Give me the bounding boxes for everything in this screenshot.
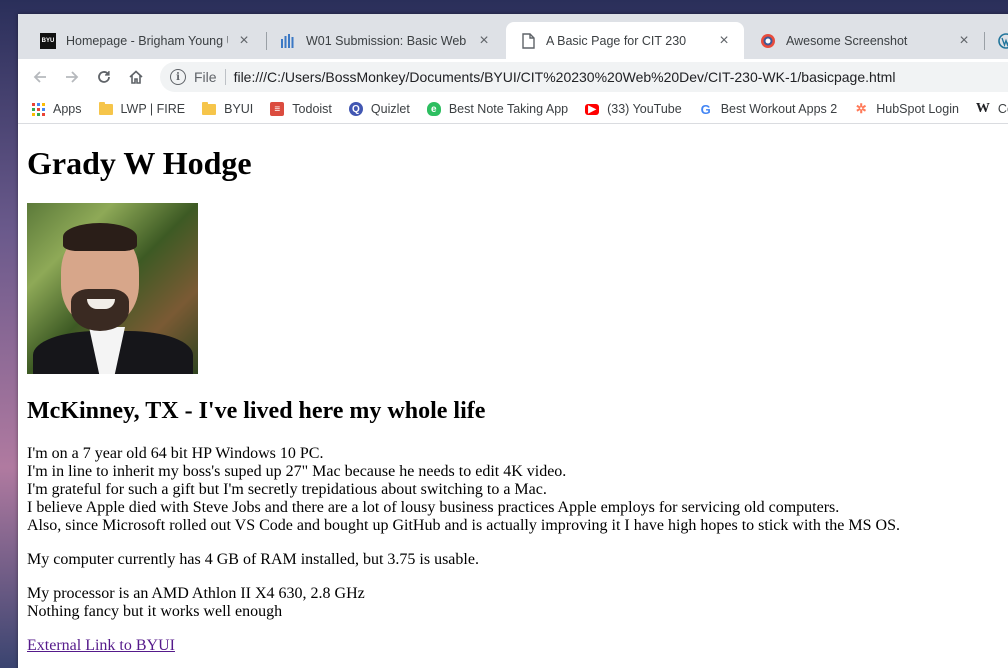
reload-icon (98, 71, 110, 83)
browser-toolbar: i File file:///C:/Users/BossMonkey/Docum… (18, 59, 1008, 95)
byui-external-link[interactable]: External Link to BYUI (27, 637, 175, 654)
bookmark-label: Best Workout Apps 2 (720, 102, 838, 116)
bookmark-label: HubSpot Login (876, 102, 959, 116)
bookmark-todoist[interactable]: ≡ Todoist (270, 102, 332, 116)
profile-photo (27, 203, 198, 374)
wordpress-icon (998, 32, 1008, 49)
omnibox-divider (224, 69, 226, 85)
bookmark-apps[interactable]: Apps (32, 102, 82, 116)
bookmark-hubspot[interactable]: ✲ HubSpot Login (854, 101, 959, 116)
todoist-icon: ≡ (270, 102, 285, 116)
bookmark-label: BYUI (224, 102, 254, 116)
paragraph-line: I'm grateful for such a gift but I'm sec… (27, 481, 547, 498)
paragraph-line: I'm on a 7 year old 64 bit HP Windows 10… (27, 445, 324, 462)
awesome-screenshot-icon (760, 33, 776, 49)
apps-grid-icon (32, 102, 45, 116)
page-content: Grady W Hodge McKinney, TX - I've lived … (18, 124, 1008, 668)
page-heading: Grady W Hodge (27, 145, 252, 181)
back-button[interactable] (24, 63, 56, 91)
bookmark-label: Core (997, 102, 1008, 116)
home-icon (129, 70, 143, 84)
browser-window: BYU Homepage - Brigham Young Uni × W01 S… (18, 14, 1008, 668)
processor-paragraph: My processor is an AMD Athlon II X4 630,… (27, 585, 1008, 621)
bookmarks-bar: Apps LWP | FIRE BYUI ≡ Todoist Q Quizlet… (18, 95, 1008, 124)
tab-w01-submission[interactable]: W01 Submission: Basic Web Page × (266, 22, 504, 59)
folder-icon (202, 101, 217, 115)
close-icon[interactable]: × (716, 32, 732, 50)
reload-button[interactable] (88, 63, 120, 91)
tab-title: A Basic Page for CIT 230 (546, 33, 687, 48)
document-icon (520, 32, 536, 49)
info-icon[interactable]: i (170, 69, 186, 85)
arrow-left-icon (33, 71, 46, 83)
tab-awesome-screenshot[interactable]: Awesome Screenshot × (746, 22, 984, 59)
link-paragraph: External Link to BYUI (27, 637, 1008, 655)
tab-title: W01 Submission: Basic Web Page (306, 33, 468, 48)
folder-icon (98, 101, 113, 115)
arrow-right-icon (66, 71, 79, 83)
paragraph-line: My processor is an AMD Athlon II X4 630,… (27, 585, 365, 602)
url-text[interactable]: file:///C:/Users/BossMonkey/Documents/BY… (234, 69, 896, 85)
paragraph-line: Also, since Microsoft rolled out VS Code… (27, 517, 900, 534)
scheme-label: File (194, 69, 217, 85)
tab-title: Homepage - Brigham Young Uni (66, 33, 228, 48)
address-bar[interactable]: i File file:///C:/Users/BossMonkey/Docum… (160, 62, 1008, 92)
photo-beard (71, 289, 129, 331)
paragraph-line: Nothing fancy but it works well enough (27, 603, 283, 620)
hubspot-icon: ✲ (855, 101, 867, 116)
byu-icon: BYU (40, 32, 56, 49)
tab-title: Awesome Screenshot (786, 33, 908, 48)
tab-strip: BYU Homepage - Brigham Young Uni × W01 S… (18, 14, 1008, 59)
canvas-bars-icon (280, 33, 296, 49)
close-icon[interactable]: × (956, 32, 972, 50)
computer-paragraph: I'm on a 7 year old 64 bit HP Windows 10… (27, 445, 1008, 535)
tab-wordpress[interactable] (984, 22, 1008, 59)
photo-hair (63, 223, 137, 251)
bookmark-workout-apps[interactable]: G Best Workout Apps 2 (699, 101, 838, 117)
quizlet-icon: Q (348, 102, 363, 116)
bookmark-label: Quizlet (370, 102, 410, 116)
home-button[interactable] (120, 63, 152, 91)
location-heading: McKinney, TX - I've lived here my whole … (27, 398, 486, 424)
google-icon: G (700, 101, 711, 117)
ram-paragraph: My computer currently has 4 GB of RAM in… (27, 551, 479, 568)
bookmark-label: Apps (53, 102, 82, 116)
paragraph-line: I believe Apple died with Steve Jobs and… (27, 499, 840, 516)
evernote-icon: e (426, 102, 441, 116)
bookmark-label: Todoist (292, 102, 332, 116)
forward-button[interactable] (56, 63, 88, 91)
wikipedia-icon: W (975, 101, 990, 116)
paragraph-line: I'm in line to inherit my boss's suped u… (27, 463, 567, 480)
youtube-icon: ▶ (585, 103, 600, 115)
bookmark-core[interactable]: W Core (975, 101, 1008, 116)
close-icon[interactable]: × (476, 32, 492, 50)
close-icon[interactable]: × (236, 32, 252, 50)
bookmark-byui[interactable]: BYUI (202, 101, 254, 116)
bookmark-youtube[interactable]: ▶ (33) YouTube (585, 102, 682, 116)
tab-basic-page[interactable]: A Basic Page for CIT 230 × (506, 22, 744, 59)
bookmark-label: (33) YouTube (607, 102, 682, 116)
bookmark-note-taking[interactable]: e Best Note Taking App (426, 102, 569, 116)
bookmark-quizlet[interactable]: Q Quizlet (348, 102, 410, 116)
bookmark-lwp-fire[interactable]: LWP | FIRE (98, 101, 186, 116)
tab-byu-homepage[interactable]: BYU Homepage - Brigham Young Uni × (26, 22, 264, 59)
bookmark-label: Best Note Taking App (448, 102, 569, 116)
bookmark-label: LWP | FIRE (120, 102, 186, 116)
